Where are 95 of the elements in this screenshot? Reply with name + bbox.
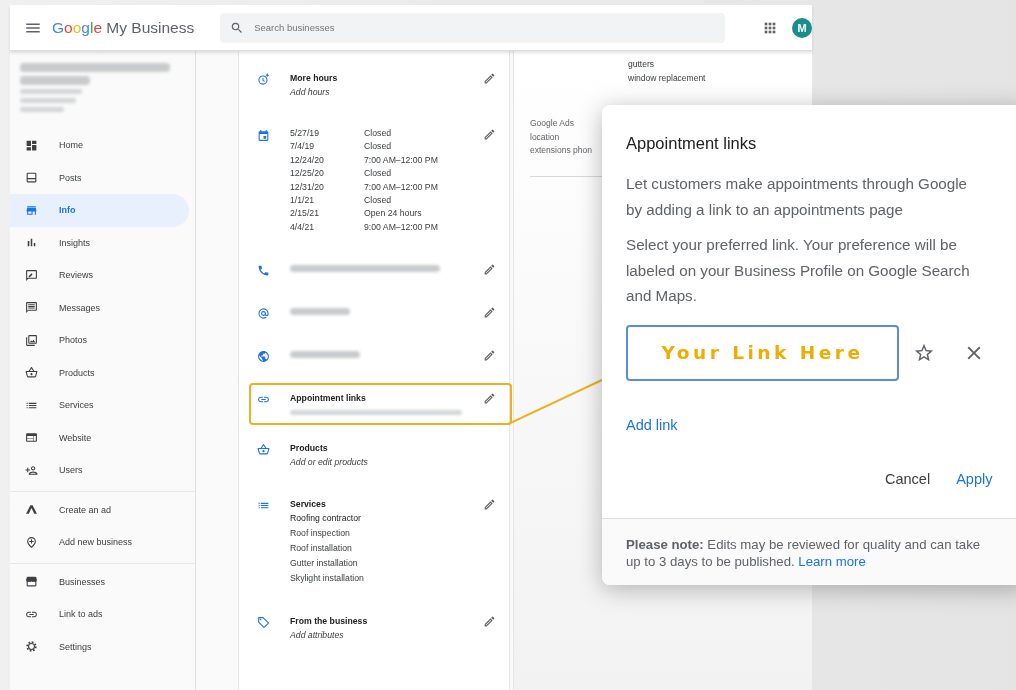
holiday-hours: Closed [364, 127, 392, 140]
blurred-address [20, 107, 64, 112]
basket-icon [257, 443, 270, 457]
account-avatar[interactable]: M [792, 17, 812, 38]
sidebar-item[interactable]: Website [10, 421, 189, 454]
photos-icon [25, 333, 38, 347]
basket-icon [25, 366, 38, 380]
calendar-icon [257, 129, 270, 142]
sidebar-item[interactable]: Reviews [10, 259, 189, 292]
info-subtitle: Add hours [290, 86, 331, 99]
globe-icon [257, 350, 270, 364]
sidebar-item[interactable]: Messages [10, 291, 189, 324]
sidebar-item[interactable]: Settings [10, 630, 189, 663]
info-subtitle: Add attributes [290, 629, 345, 643]
edit-icon[interactable] [483, 498, 496, 512]
sidebar-item[interactable]: Home [10, 129, 189, 162]
edit-icon[interactable] [483, 392, 496, 406]
holiday-date: 12/24/20 [290, 153, 325, 167]
info-title: Products [290, 442, 329, 456]
holiday-hours: Closed [364, 167, 392, 181]
ads-label: location [530, 130, 560, 144]
holiday-hours: 7:00 AM–12:00 PM [364, 153, 438, 167]
storefront-icon [25, 203, 38, 217]
logo[interactable]: Google My Business [52, 18, 195, 37]
sidebar-item[interactable]: Add new business [10, 526, 189, 559]
add-location-icon [25, 535, 38, 549]
holiday-date: 1/1/21 [290, 194, 316, 208]
phone-icon [257, 264, 270, 278]
edit-icon[interactable] [483, 128, 496, 141]
service-name: Roof inspection [290, 527, 351, 541]
service-name: Gutter installation [290, 557, 359, 571]
settings-icon [25, 640, 38, 654]
holiday-date: 2/15/21 [290, 207, 320, 221]
note-text: Please note: Edits may be reviewed for quality and can take up to 3 days to be published. Learn more [626, 536, 982, 570]
tag-icon [257, 616, 270, 630]
sidebar-item[interactable]: Info [10, 194, 189, 227]
website-icon [25, 431, 38, 445]
keyword-text: gutters [628, 58, 654, 71]
service-name: Roofing contractor [290, 512, 362, 526]
sidebar-item[interactable]: Businesses [10, 565, 189, 598]
ads-icon [25, 503, 38, 517]
shop-icon [25, 575, 38, 589]
holiday-date: 12/31/20 [290, 180, 325, 194]
holiday-date: 4/4/21 [290, 220, 316, 234]
holiday-hours: Open 24 hours [364, 207, 422, 221]
info-title: More hours [290, 72, 339, 85]
blurred-value [290, 308, 350, 316]
info-title: Services [290, 498, 327, 512]
edit-icon[interactable] [483, 72, 496, 85]
add-user-icon [25, 463, 38, 477]
holiday-date: 7/4/19 [290, 140, 316, 154]
info-title: From the business [290, 615, 369, 629]
dashboard-icon [25, 138, 38, 152]
search-field[interactable]: Search businesses [220, 12, 725, 43]
holiday-hours: Closed [364, 194, 392, 208]
at-sign-icon [257, 307, 270, 321]
posts-icon [25, 171, 38, 185]
blurred-value [290, 351, 360, 359]
holiday-hours: 7:00 AM–12:00 PM [364, 180, 438, 194]
edit-icon[interactable] [483, 306, 496, 320]
message-icon [25, 301, 38, 315]
holiday-date: 12/25/20 [290, 167, 325, 181]
edit-icon[interactable] [483, 349, 496, 363]
dialog-title: Appointment links [626, 134, 758, 153]
holiday-hours: Closed [364, 140, 392, 154]
edit-icon[interactable] [483, 615, 496, 629]
ads-label: extensions phon [530, 144, 592, 157]
edit-icon[interactable] [483, 263, 496, 277]
dialog-text: Let customers make appointments through Google by adding a link to an appointments page [626, 174, 969, 220]
sidebar-item[interactable]: Create an ad [10, 493, 189, 526]
sidebar-item[interactable]: Photos [10, 324, 189, 357]
keyword-text: window replacement [628, 72, 706, 85]
learn-more-link[interactable]: Learn more [798, 554, 866, 569]
service-name: Roof installation [290, 542, 353, 556]
blurred-business-name [20, 76, 90, 85]
sidebar-item[interactable]: Users [10, 454, 189, 487]
holiday-date: 5/27/19 [290, 127, 320, 140]
sidebar-item[interactable]: Products [10, 356, 189, 389]
holiday-hours: 9:00 AM–12:00 PM [364, 220, 438, 234]
dialog-text: Select your preferred link. Your preference will be labeled on your Business Profile on Google Search and Maps. [626, 235, 971, 306]
blurred-address [20, 89, 82, 94]
apply-button[interactable]: Apply [956, 470, 993, 487]
ads-label: Google Ads [530, 117, 574, 130]
service-name: Skylight installation [290, 572, 365, 586]
review-icon [25, 268, 38, 282]
sidebar-item[interactable]: Insights [10, 226, 189, 259]
add-link-button[interactable]: Add link [626, 416, 678, 433]
cancel-button[interactable]: Cancel [885, 470, 931, 487]
info-title: Appointment links [290, 392, 367, 406]
sidebar-item[interactable]: Services [10, 389, 189, 422]
clock-plus-icon [257, 73, 270, 86]
sidebar-item[interactable]: Link to ads [10, 598, 189, 631]
blurred-address [20, 98, 76, 103]
sidebar-item[interactable]: Posts [10, 161, 189, 194]
info-subtitle: Add or edit products [290, 456, 369, 470]
